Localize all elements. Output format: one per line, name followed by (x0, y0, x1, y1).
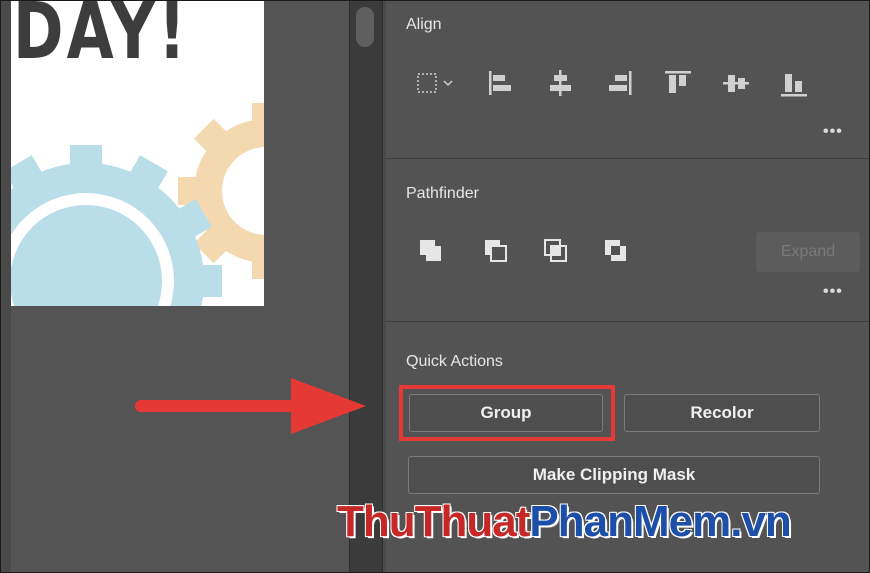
watermark-logo: ThuThuatPhanMem.vn (337, 497, 792, 547)
align-title: Align (406, 16, 442, 33)
align-to-selection-icon[interactable] (414, 67, 453, 99)
group-highlight-box (399, 385, 615, 441)
quick-actions-title: Quick Actions (406, 353, 503, 370)
red-arrow-icon (135, 378, 366, 434)
vertical-align-top-icon[interactable] (662, 67, 694, 99)
blue-gear (11, 145, 222, 306)
vertical-align-bottom-icon[interactable] (778, 67, 810, 99)
pathfinder-title: Pathfinder (406, 185, 479, 202)
expand-button[interactable]: Expand (756, 232, 860, 272)
canvas-area[interactable]: DAY! (11, 1, 349, 572)
horizontal-align-center-icon[interactable] (544, 67, 576, 99)
gears-illustration (11, 103, 264, 306)
watermark-part-4: .vn (730, 497, 792, 546)
artboard[interactable]: DAY! (11, 1, 264, 306)
pathfinder-more-options-icon[interactable]: ••• (823, 283, 843, 301)
vertical-align-center-icon[interactable] (720, 67, 752, 99)
exclude-icon[interactable] (603, 238, 631, 266)
vertical-scrollbar[interactable] (349, 1, 383, 572)
make-clipping-mask-button[interactable]: Make Clipping Mask (408, 456, 820, 494)
minus-front-icon[interactable] (483, 238, 511, 266)
app-window: DAY! Align ••• Pathfinder ••• Expand Qui… (0, 0, 870, 573)
watermark-part-3: PhanMem (529, 497, 731, 546)
watermark-part-2: Thuat (414, 497, 531, 546)
align-more-options-icon[interactable]: ••• (823, 123, 843, 141)
scrollbar-thumb[interactable] (356, 7, 374, 47)
watermark-part-1: Thu (337, 497, 416, 546)
recolor-button[interactable]: Recolor (624, 394, 820, 432)
intersect-icon[interactable] (543, 238, 571, 266)
align-section: Align ••• (386, 1, 869, 159)
unite-icon[interactable] (418, 238, 446, 266)
horizontal-align-right-icon[interactable] (604, 67, 636, 99)
properties-panel: Align ••• Pathfinder ••• Expand Quick Ac… (386, 1, 869, 572)
horizontal-align-left-icon[interactable] (484, 67, 516, 99)
